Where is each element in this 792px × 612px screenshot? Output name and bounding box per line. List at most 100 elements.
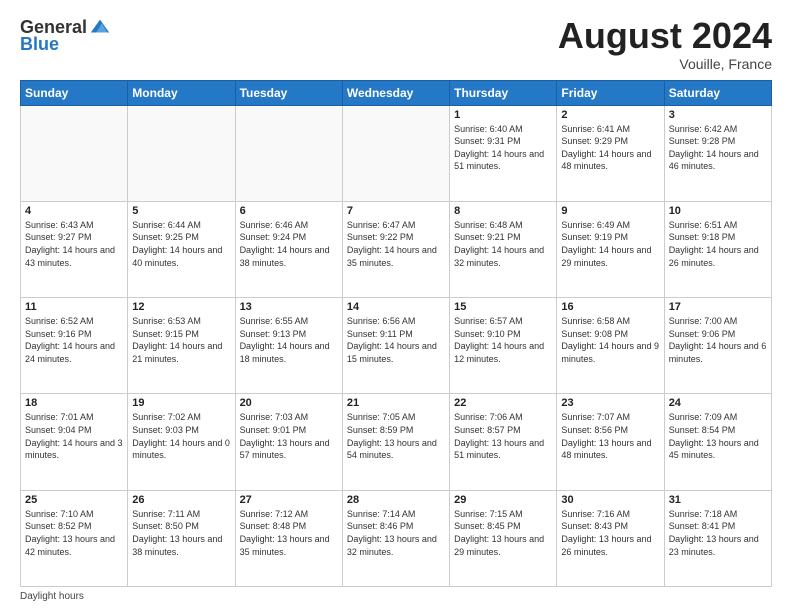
calendar-cell-1-7: 3 Sunrise: 6:42 AM Sunset: 9:28 PM Daylig…	[664, 105, 771, 201]
day-number: 25	[25, 494, 123, 506]
month-title: August 2024	[558, 16, 772, 56]
calendar-cell-2-3: 6 Sunrise: 6:46 AM Sunset: 9:24 PM Daylig…	[235, 201, 342, 297]
calendar-cell-1-4	[342, 105, 449, 201]
calendar-cell-4-2: 19 Sunrise: 7:02 AM Sunset: 9:03 PM Dayli…	[128, 394, 235, 490]
day-info: Sunrise: 7:03 AM Sunset: 9:01 PM Dayligh…	[240, 411, 338, 461]
day-number: 31	[669, 494, 767, 506]
header: General Blue August 2024 Vouille, France	[20, 16, 772, 72]
calendar-cell-3-7: 17Sunrise: 7:00 AM Sunset: 9:06 PM Dayli…	[664, 298, 771, 394]
calendar-cell-3-4: 14 Sunrise: 6:56 AM Sunset: 9:11 PM Dayli…	[342, 298, 449, 394]
logo-blue-text: Blue	[20, 34, 59, 55]
day-number: 13	[240, 301, 338, 313]
day-info: Sunrise: 6:43 AM Sunset: 9:27 PM Dayligh…	[25, 219, 123, 269]
day-number: 22	[454, 397, 552, 409]
day-number: 9	[561, 205, 659, 217]
calendar-cell-5-5: 29 Sunrise: 7:15 AM Sunset: 8:45 PM Dayli…	[450, 490, 557, 586]
calendar-week-5: 25 Sunrise: 7:10 AM Sunset: 8:52 PM Dayli…	[21, 490, 772, 586]
calendar-cell-2-4: 7Sunrise: 6:47 AM Sunset: 9:22 PM Daylig…	[342, 201, 449, 297]
day-info: Sunrise: 6:48 AM Sunset: 9:21 PM Dayligh…	[454, 219, 552, 269]
day-info: Sunrise: 6:58 AM Sunset: 9:08 PM Dayligh…	[561, 315, 659, 365]
location-subtitle: Vouille, France	[558, 56, 772, 72]
day-number: 20	[240, 397, 338, 409]
day-info: Sunrise: 6:40 AM Sunset: 9:31 PM Dayligh…	[454, 123, 552, 173]
logo: General Blue	[20, 16, 111, 55]
day-number: 11	[25, 301, 123, 313]
calendar-cell-3-2: 12Sunrise: 6:53 AM Sunset: 9:15 PM Dayli…	[128, 298, 235, 394]
footer: Daylight hours	[20, 591, 772, 602]
day-number: 16	[561, 301, 659, 313]
day-info: Sunrise: 6:44 AM Sunset: 9:25 PM Dayligh…	[132, 219, 230, 269]
day-info: Sunrise: 7:15 AM Sunset: 8:45 PM Dayligh…	[454, 508, 552, 558]
calendar-cell-2-5: 8 Sunrise: 6:48 AM Sunset: 9:21 PM Daylig…	[450, 201, 557, 297]
calendar-cell-1-2	[128, 105, 235, 201]
day-info: Sunrise: 7:02 AM Sunset: 9:03 PM Dayligh…	[132, 411, 230, 461]
day-info: Sunrise: 7:12 AM Sunset: 8:48 PM Dayligh…	[240, 508, 338, 558]
title-section: August 2024 Vouille, France	[558, 16, 772, 72]
calendar-cell-5-2: 26Sunrise: 7:11 AM Sunset: 8:50 PM Dayli…	[128, 490, 235, 586]
calendar-cell-1-3	[235, 105, 342, 201]
calendar-table: SundayMondayTuesdayWednesdayThursdayFrid…	[20, 80, 772, 587]
day-number: 4	[25, 205, 123, 217]
day-number: 2	[561, 109, 659, 121]
day-header-saturday: Saturday	[664, 80, 771, 105]
day-info: Sunrise: 7:14 AM Sunset: 8:46 PM Dayligh…	[347, 508, 445, 558]
calendar-cell-4-7: 24Sunrise: 7:09 AM Sunset: 8:54 PM Dayli…	[664, 394, 771, 490]
day-number: 10	[669, 205, 767, 217]
day-header-friday: Friday	[557, 80, 664, 105]
day-number: 17	[669, 301, 767, 313]
day-header-sunday: Sunday	[21, 80, 128, 105]
day-info: Sunrise: 7:16 AM Sunset: 8:43 PM Dayligh…	[561, 508, 659, 558]
day-info: Sunrise: 7:06 AM Sunset: 8:57 PM Dayligh…	[454, 411, 552, 461]
logo-icon	[89, 16, 111, 38]
calendar-cell-5-3: 27 Sunrise: 7:12 AM Sunset: 8:48 PM Dayli…	[235, 490, 342, 586]
calendar-cell-2-1: 4 Sunrise: 6:43 AM Sunset: 9:27 PM Daylig…	[21, 201, 128, 297]
day-number: 21	[347, 397, 445, 409]
day-info: Sunrise: 6:56 AM Sunset: 9:11 PM Dayligh…	[347, 315, 445, 365]
day-number: 15	[454, 301, 552, 313]
calendar-cell-3-1: 11 Sunrise: 6:52 AM Sunset: 9:16 PM Dayli…	[21, 298, 128, 394]
calendar-cell-2-6: 9Sunrise: 6:49 AM Sunset: 9:19 PM Daylig…	[557, 201, 664, 297]
day-info: Sunrise: 6:46 AM Sunset: 9:24 PM Dayligh…	[240, 219, 338, 269]
day-number: 1	[454, 109, 552, 121]
calendar-week-1: 1 Sunrise: 6:40 AM Sunset: 9:31 PM Daylig…	[21, 105, 772, 201]
calendar-week-4: 18 Sunrise: 7:01 AM Sunset: 9:04 PM Dayli…	[21, 394, 772, 490]
calendar-cell-4-3: 20 Sunrise: 7:03 AM Sunset: 9:01 PM Dayli…	[235, 394, 342, 490]
day-info: Sunrise: 7:01 AM Sunset: 9:04 PM Dayligh…	[25, 411, 123, 461]
calendar-cell-1-5: 1 Sunrise: 6:40 AM Sunset: 9:31 PM Daylig…	[450, 105, 557, 201]
calendar-cell-2-2: 5 Sunrise: 6:44 AM Sunset: 9:25 PM Daylig…	[128, 201, 235, 297]
day-number: 8	[454, 205, 552, 217]
calendar-cell-5-1: 25 Sunrise: 7:10 AM Sunset: 8:52 PM Dayli…	[21, 490, 128, 586]
day-info: Sunrise: 7:09 AM Sunset: 8:54 PM Dayligh…	[669, 411, 767, 461]
day-number: 12	[132, 301, 230, 313]
day-header-tuesday: Tuesday	[235, 80, 342, 105]
day-info: Sunrise: 6:41 AM Sunset: 9:29 PM Dayligh…	[561, 123, 659, 173]
calendar-cell-1-1	[21, 105, 128, 201]
day-info: Sunrise: 6:47 AM Sunset: 9:22 PM Dayligh…	[347, 219, 445, 269]
calendar-cell-3-3: 13 Sunrise: 6:55 AM Sunset: 9:13 PM Dayli…	[235, 298, 342, 394]
page: General Blue August 2024 Vouille, France…	[0, 0, 792, 612]
daylight-label: Daylight hours	[20, 591, 84, 602]
day-number: 14	[347, 301, 445, 313]
calendar-cell-4-1: 18 Sunrise: 7:01 AM Sunset: 9:04 PM Dayli…	[21, 394, 128, 490]
day-header-wednesday: Wednesday	[342, 80, 449, 105]
day-number: 27	[240, 494, 338, 506]
day-number: 29	[454, 494, 552, 506]
day-info: Sunrise: 7:07 AM Sunset: 8:56 PM Dayligh…	[561, 411, 659, 461]
calendar-header-row: SundayMondayTuesdayWednesdayThursdayFrid…	[21, 80, 772, 105]
calendar-cell-1-6: 2 Sunrise: 6:41 AM Sunset: 9:29 PM Daylig…	[557, 105, 664, 201]
calendar-week-3: 11 Sunrise: 6:52 AM Sunset: 9:16 PM Dayli…	[21, 298, 772, 394]
day-info: Sunrise: 7:10 AM Sunset: 8:52 PM Dayligh…	[25, 508, 123, 558]
day-info: Sunrise: 6:42 AM Sunset: 9:28 PM Dayligh…	[669, 123, 767, 173]
day-info: Sunrise: 6:52 AM Sunset: 9:16 PM Dayligh…	[25, 315, 123, 365]
calendar-cell-5-6: 30 Sunrise: 7:16 AM Sunset: 8:43 PM Dayli…	[557, 490, 664, 586]
day-info: Sunrise: 7:18 AM Sunset: 8:41 PM Dayligh…	[669, 508, 767, 558]
day-number: 3	[669, 109, 767, 121]
day-number: 28	[347, 494, 445, 506]
day-number: 19	[132, 397, 230, 409]
day-info: Sunrise: 6:55 AM Sunset: 9:13 PM Dayligh…	[240, 315, 338, 365]
day-number: 30	[561, 494, 659, 506]
day-info: Sunrise: 7:05 AM Sunset: 8:59 PM Dayligh…	[347, 411, 445, 461]
day-number: 5	[132, 205, 230, 217]
day-number: 18	[25, 397, 123, 409]
day-number: 6	[240, 205, 338, 217]
